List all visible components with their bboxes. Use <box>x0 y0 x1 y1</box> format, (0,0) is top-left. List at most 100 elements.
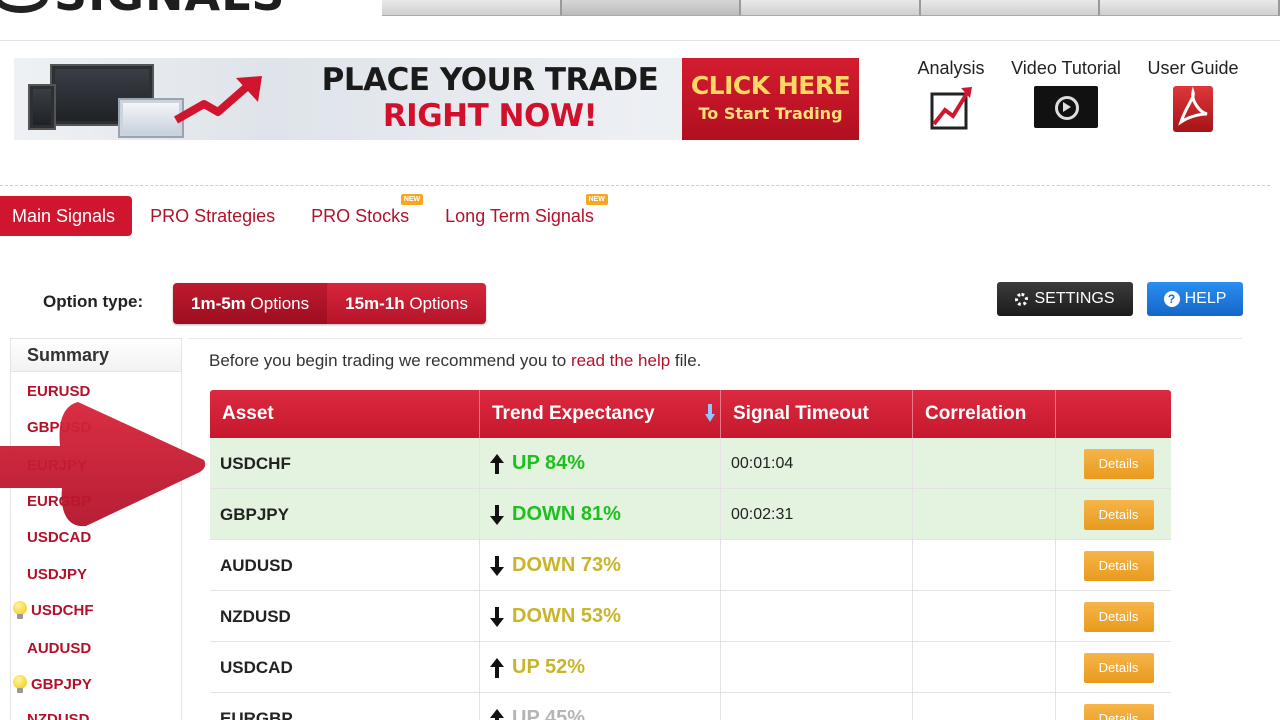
option-suffix: Options <box>404 294 468 313</box>
help-icon: ? <box>1163 291 1180 307</box>
details-cell: Details <box>1056 693 1171 720</box>
details-cell: Details <box>1056 489 1171 540</box>
details-cell: Details <box>1056 642 1171 693</box>
start-trading-button[interactable]: CLICK HERE To Start Trading <box>682 58 859 140</box>
sidebar-item-label: EURUSD <box>27 383 91 400</box>
option-suffix: Options <box>245 294 310 313</box>
table-row[interactable]: USDCAD UP 52% Details <box>210 642 1171 693</box>
signal-timeout-cell <box>721 591 913 642</box>
sidebar-item-audusd[interactable]: AUDUSD <box>27 640 91 657</box>
tab-pro-strategies[interactable]: PRO Strategies <box>132 196 293 236</box>
trend-cell: UP 84% <box>480 438 721 489</box>
signal-tabs: Main Signals PRO Strategies PRO Stocks NE… <box>0 194 612 236</box>
new-badge: NEW <box>400 194 424 205</box>
sidebar-item-label: NZDUSD <box>27 711 90 720</box>
tab-label: Long Term Signals <box>445 206 594 226</box>
trend-cell: UP 45% <box>480 693 721 720</box>
sidebar-item-usdcad[interactable]: USDCAD <box>27 529 91 546</box>
new-badge: NEW <box>585 194 608 205</box>
details-button[interactable]: Details <box>1083 601 1154 632</box>
arrow-down-icon <box>490 606 504 627</box>
sidebar-item-label: USDCAD <box>27 529 92 546</box>
trend-value: DOWN 73% <box>512 554 621 576</box>
analysis-icon <box>929 86 973 130</box>
option-type-toggle: 1m-5m Options 15m-1h Options <box>173 283 486 324</box>
trend-cell: DOWN 53% <box>480 591 721 642</box>
table-row[interactable]: GBPJPY DOWN 81% 00:02:31 Details <box>210 489 1171 540</box>
settings-label: SETTINGS <box>1034 290 1115 307</box>
column-header-asset[interactable]: Asset <box>210 390 480 438</box>
column-header-signal-timeout[interactable]: Signal Timeout <box>721 390 913 438</box>
correlation-cell <box>913 489 1056 540</box>
tab-label: Main Signals <box>12 206 116 226</box>
details-button[interactable]: Details <box>1083 703 1154 720</box>
trend-value: UP 84% <box>512 452 586 474</box>
details-cell: Details <box>1056 591 1171 642</box>
summary-title: Summary <box>11 339 181 372</box>
sidebar-item-gbpusd[interactable]: GBPUSD <box>27 419 91 436</box>
arrow-up-icon <box>490 657 504 678</box>
intro-after: file. <box>670 351 702 370</box>
arrow-up-icon <box>490 708 504 720</box>
sidebar-item-gbpjpy[interactable]: GBPJPY <box>13 675 92 694</box>
correlation-cell <box>913 540 1056 591</box>
tab-pro-stocks[interactable]: PRO Stocks NEW <box>293 194 427 236</box>
details-button[interactable]: Details <box>1083 550 1154 581</box>
column-header-actions <box>1056 390 1171 438</box>
user-guide-link[interactable]: User Guide <box>1143 58 1243 132</box>
details-button[interactable]: Details <box>1083 499 1154 530</box>
sidebar-item-eurjpy[interactable]: EURJPY <box>27 457 87 474</box>
trade-banner[interactable]: PLACE YOUR TRADE RIGHT NOW! CLICK HERE T… <box>14 58 859 140</box>
tab-long-term-signals[interactable]: Long Term Signals NEW <box>427 194 612 236</box>
option-range: 15m-1h <box>345 294 405 313</box>
sidebar-item-label: GBPUSD <box>27 419 92 436</box>
site-logo[interactable]: SIGNALS <box>0 0 286 17</box>
column-header-correlation[interactable]: Correlation <box>913 390 1056 438</box>
table-row[interactable]: EURGBP UP 45% Details <box>210 693 1171 720</box>
sidebar-item-usdchf[interactable]: USDCHF <box>13 601 94 620</box>
table-row[interactable]: AUDUSD DOWN 73% Details <box>210 540 1171 591</box>
table-row[interactable]: USDCHF UP 84% 00:01:04 Details <box>210 438 1171 489</box>
trend-cell: DOWN 81% <box>480 489 721 540</box>
option-1m-5m-button[interactable]: 1m-5m Options <box>173 283 328 324</box>
tab-main-signals[interactable]: Main Signals <box>0 196 133 236</box>
details-button[interactable]: Details <box>1083 448 1154 479</box>
top-nav-item[interactable] <box>1100 0 1280 16</box>
help-button[interactable]: ? HELP <box>1147 282 1243 316</box>
column-header-trend-expectancy[interactable]: Trend Expectancy <box>480 390 721 438</box>
correlation-cell <box>913 438 1056 489</box>
logo-mark-icon <box>0 0 48 13</box>
tab-label: PRO Stocks <box>311 206 410 226</box>
read-help-link[interactable]: read the help <box>571 351 670 370</box>
sidebar-item-label: USDCHF <box>31 602 94 619</box>
sidebar-item-eurusd[interactable]: EURUSD <box>27 383 90 400</box>
asset-cell: NZDUSD <box>210 591 480 642</box>
asset-cell: AUDUSD <box>210 540 480 591</box>
correlation-cell <box>913 642 1056 693</box>
sidebar-item-label: USDJPY <box>27 566 88 583</box>
trend-value: DOWN 53% <box>512 605 621 627</box>
top-nav-item[interactable] <box>920 0 1101 16</box>
sidebar-item-eurgbp[interactable]: EURGBP <box>27 493 91 510</box>
analysis-label: Analysis <box>917 58 985 78</box>
table-header: Asset Trend Expectancy Signal Timeout Co… <box>210 390 1171 438</box>
signal-timeout-cell <box>721 642 913 693</box>
details-button[interactable]: Details <box>1083 652 1154 683</box>
arrow-down-icon <box>490 555 504 576</box>
sidebar-item-label: AUDUSD <box>27 640 92 657</box>
user-guide-label: User Guide <box>1147 58 1239 78</box>
sidebar-item-nzdusd[interactable]: NZDUSD <box>27 711 90 720</box>
table-body: USDCHF UP 84% 00:01:04 Details GBPJPY DOWN 81… <box>210 438 1171 720</box>
settings-button[interactable]: SETTINGS <box>997 282 1133 316</box>
sort-down-icon[interactable] <box>705 404 715 422</box>
top-nav-item[interactable] <box>382 0 562 16</box>
intro-text: Before you begin trading we recommend yo… <box>209 351 701 371</box>
video-tutorial-link[interactable]: Video Tutorial <box>1004 58 1128 128</box>
top-nav-item[interactable] <box>741 0 921 16</box>
top-nav-item[interactable] <box>561 0 742 16</box>
video-tutorial-label: Video Tutorial <box>1011 58 1121 78</box>
analysis-link[interactable]: Analysis <box>914 58 988 130</box>
table-row[interactable]: NZDUSD DOWN 53% Details <box>210 591 1171 642</box>
option-15m-1h-button[interactable]: 15m-1h Options <box>327 283 486 324</box>
sidebar-item-usdjpy[interactable]: USDJPY <box>27 566 87 583</box>
